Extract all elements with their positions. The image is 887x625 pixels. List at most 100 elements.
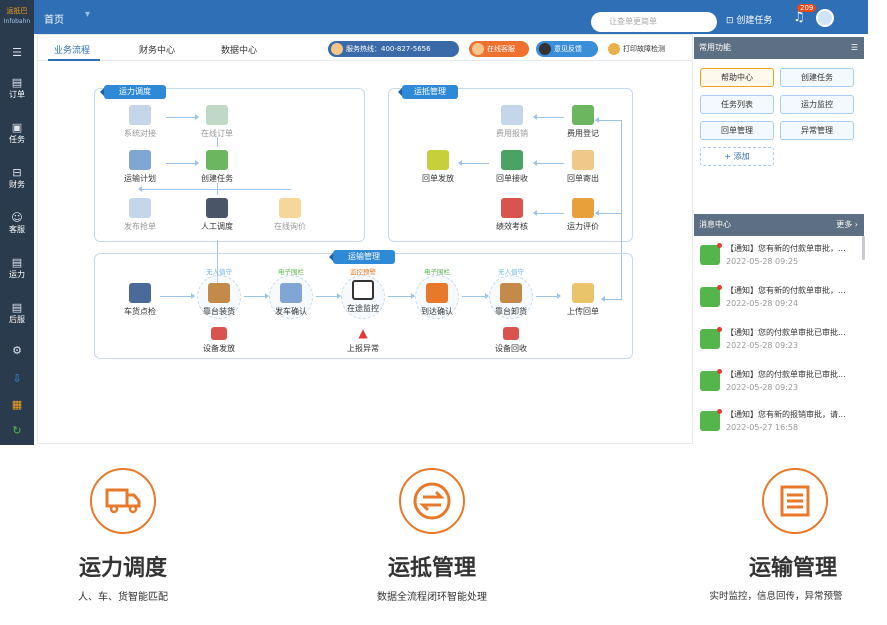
more-label: 更多 [836,220,853,229]
quick-task-list[interactable]: 任务列表 [700,95,774,114]
print-check-button[interactable]: 打印故障检测 [605,41,677,57]
flow-line [138,186,291,192]
hotline-label: 服务热线：400-827-5656 [346,45,431,53]
hotline-pill[interactable]: 服务热线：400-827-5656 [328,41,459,57]
node-in-transit[interactable]: 在途监控 [333,280,393,314]
flow-line [217,137,218,147]
sidebar-item-after-service[interactable]: ▤ 后服 [0,301,34,325]
message-item[interactable]: 【通知】您有新的付款单审批，... 2022-05-28 09:25 [698,238,862,276]
person-icon [331,43,343,55]
mail-icon [700,409,722,431]
online-service-button[interactable]: 在线客服 [469,41,529,57]
node-label: 发车确认 [275,307,307,316]
bid-icon [129,198,151,218]
node-online-inquiry[interactable]: 在线询价 [260,198,320,232]
logo-text: 运抵巴 [6,7,28,15]
notification-badge: 209 [797,4,817,12]
node-label: 回单接收 [496,174,528,183]
message-item[interactable]: 【通知】您有新的付款单审批，... 2022-05-28 09:24 [698,280,862,318]
node-transport-plan[interactable]: 运输计划 [110,150,170,184]
tab-finance[interactable]: 财务中心 [139,43,175,56]
feedback-button[interactable]: 意见反馈 [536,41,598,57]
truck-icon [90,468,156,534]
grid-icon[interactable]: ▦ [0,398,34,411]
node-label: 运力评价 [567,222,599,231]
node-upload-receipt[interactable]: 上传回单 [553,283,613,317]
node-label: 上传回单 [567,307,599,316]
warning-icon: ▲ [356,327,370,340]
node-dock-unload[interactable]: 靠台卸货 [481,283,541,317]
message-center-title: 消息中心 [699,220,731,229]
app-logo[interactable]: 运抵巴 Infobahn [0,0,34,34]
sidebar-item-tasks[interactable]: ▣ 任务 [0,121,34,145]
sidebar-item-service[interactable]: ☺ 客服 [0,211,34,235]
tab-data[interactable]: 数据中心 [221,43,257,56]
tab-active-indicator [48,59,100,61]
quick-receipt-mgmt[interactable]: 回单管理 [700,121,774,140]
sidebar-item-label: 后服 [9,315,25,324]
mail-icon [700,243,722,265]
quick-create-task[interactable]: 创建任务 [780,68,854,87]
register-icon [572,105,594,125]
plan-icon [129,150,151,170]
quick-exception-mgmt[interactable]: 异常管理 [780,121,854,140]
more-link[interactable]: 更多 › [836,214,858,236]
node-manual-dispatch[interactable]: 人工调度 [187,198,247,232]
vehicle-check-icon [129,283,151,303]
flow-arrow [462,293,489,299]
node-create-task[interactable]: 创建任务 [187,150,247,184]
node-arrive-confirm[interactable]: 到达确认 [407,283,467,317]
node-expense-register[interactable]: 费用登记 [553,105,613,139]
create-task-button[interactable]: ⊡ 创建任务 [726,13,772,26]
node-publish-bid[interactable]: 发布抢单 [110,198,170,232]
node-capacity-eval[interactable]: 运力评价 [553,198,613,232]
node-vehicle-check[interactable]: 车货点检 [110,283,170,317]
message-item[interactable]: 【通知】您的付款单审批已审批... 2022-05-28 09:23 [698,364,862,402]
flow-arrow [160,293,195,299]
home-tab[interactable]: 首页 [44,11,64,26]
truck-icon [426,283,448,303]
chevron-down-icon[interactable]: ▾ [85,9,90,20]
message-item[interactable]: 【通知】您的付款单审批已审批... 2022-05-28 09:23 [698,322,862,360]
node-receipt-mail[interactable]: 回单寄出 [553,150,613,184]
sidebar: ☰ ▤ 订单 ▣ 任务 ⊟ 财务 ☺ 客服 ▤ 运力 ▤ 后服 ⚙ ⇩ ▦ ↻ [0,34,34,445]
node-report-exception[interactable]: ▲ 上报异常 [333,327,393,354]
node-device-issue[interactable]: 设备发放 [189,327,249,354]
tab-business[interactable]: 业务流程 [54,43,90,56]
menu-icon[interactable]: ☰ [0,46,34,59]
message-item[interactable]: 【通知】您有新的报销审批，请... 2022-05-27 16:58 [698,404,862,442]
mail-icon [700,369,722,391]
node-online-order[interactable]: 在线订单 [187,105,247,139]
gear-icon[interactable]: ⚙ [0,344,34,357]
sidebar-item-finance[interactable]: ⊟ 财务 [0,166,34,190]
list-icon[interactable]: ☰ [851,37,858,59]
refresh-icon[interactable]: ↻ [0,424,34,437]
node-expense-report[interactable]: 费用报销 [482,105,542,139]
folder-icon [572,283,594,303]
exchange-icon [399,468,465,534]
node-label: 费用报销 [496,129,528,138]
feature-title: 运输管理 [748,556,837,581]
node-receipt-send[interactable]: 回单发放 [408,150,468,184]
node-depart-confirm[interactable]: 发车确认 [261,283,321,317]
node-system-match[interactable]: 系统对接 [110,105,170,139]
node-receipt-receive[interactable]: 回单接收 [482,150,542,184]
node-dock-load[interactable]: 靠台装货 [189,283,249,317]
quick-help-center[interactable]: 帮助中心 [700,68,774,87]
flow-arrow [244,293,269,299]
box-icon [208,283,230,303]
sidebar-item-capacity[interactable]: ▤ 运力 [0,256,34,280]
quick-add-button[interactable]: + 添加 [700,147,774,166]
search-input[interactable]: 让查单更简单 [591,12,717,32]
sidebar-item-orders[interactable]: ▤ 订单 [0,76,34,100]
sidebar-item-label: 订单 [9,90,25,99]
quick-capacity-monitor[interactable]: 运力监控 [780,95,854,114]
flow-arrow [316,293,341,299]
mail-icon [700,327,722,349]
map-pin-icon [352,280,374,300]
bell-icon[interactable]: ♫ [793,10,805,25]
scrollbar[interactable] [862,236,865,260]
node-device-recover[interactable]: 设备回收 [481,327,541,354]
download-icon[interactable]: ⇩ [0,372,34,385]
avatar[interactable] [816,9,834,27]
